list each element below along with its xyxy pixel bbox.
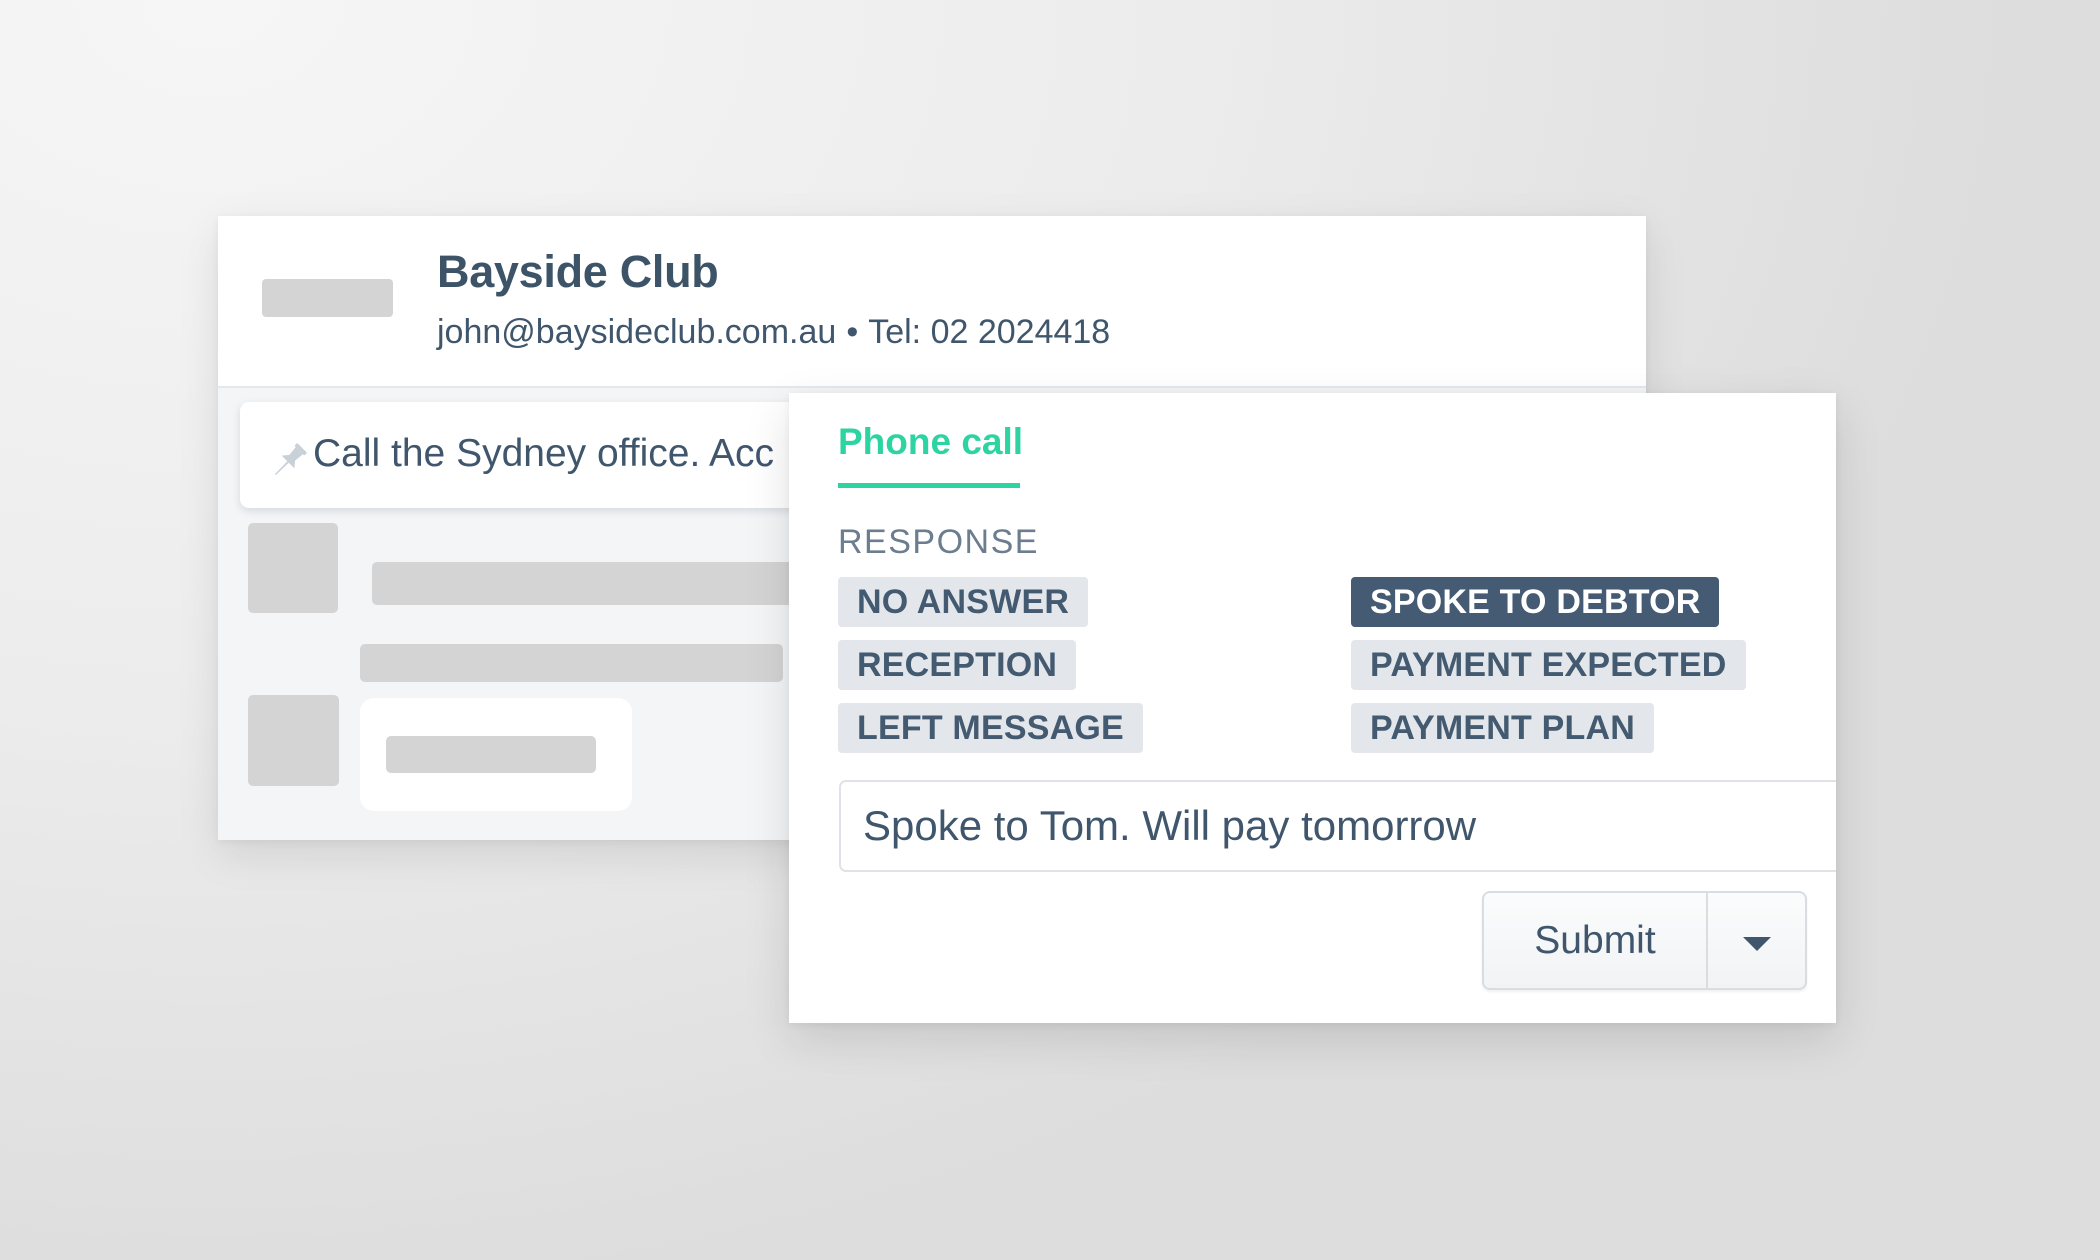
active-tab-indicator [838, 483, 1020, 488]
contact-details: john@baysideclub.com.au • Tel: 02 2024418 [437, 313, 1110, 352]
response-chip-reception[interactable]: RECEPTION [838, 640, 1077, 690]
submit-button-group: Submit [1482, 891, 1807, 990]
message-bubble [360, 698, 632, 811]
response-chip-no-answer[interactable]: NO ANSWER [838, 577, 1089, 627]
contact-header: Bayside Club john@baysideclub.com.au • Tel… [218, 216, 1646, 388]
response-chip-spoke-to-debtor[interactable]: SPOKE TO DEBTOR [1351, 577, 1720, 627]
call-note-input[interactable] [839, 780, 1836, 872]
response-label: RESPONSE [838, 523, 1039, 561]
avatar-placeholder [248, 695, 339, 786]
text-placeholder [386, 736, 596, 773]
response-chip-payment-expected[interactable]: PAYMENT EXPECTED [1351, 640, 1746, 690]
avatar-placeholder [248, 523, 338, 613]
response-chip-left-message[interactable]: LEFT MESSAGE [838, 703, 1143, 753]
submit-options-dropdown[interactable] [1708, 893, 1805, 988]
logo-placeholder [262, 279, 393, 317]
phone-call-panel: Phone call RESPONSE NO ANSWER RECEPTION … [789, 393, 1836, 1023]
caret-down-icon [1742, 936, 1771, 951]
tab-phone-call[interactable]: Phone call [838, 421, 1023, 463]
separator-dot: • [846, 313, 859, 351]
contact-phone[interactable]: Tel: 02 2024418 [868, 313, 1110, 351]
pushpin-icon [274, 443, 307, 476]
response-chip-payment-plan[interactable]: PAYMENT PLAN [1351, 703, 1654, 753]
contact-email[interactable]: john@baysideclub.com.au [437, 313, 836, 351]
contact-name: Bayside Club [437, 246, 719, 297]
submit-button[interactable]: Submit [1484, 893, 1708, 988]
text-placeholder [360, 644, 783, 682]
pinned-note-text: Call the Sydney office. Acc [313, 432, 775, 475]
